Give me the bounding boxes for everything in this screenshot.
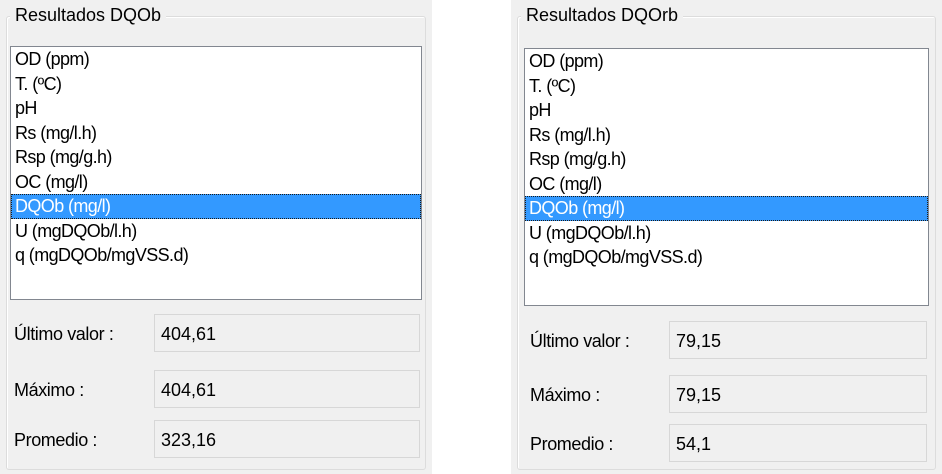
last-value-label: Último valor : xyxy=(530,331,630,351)
list-item-temperature[interactable]: T. (ºC) xyxy=(525,74,928,99)
max-value-label: Máximo : xyxy=(14,380,84,400)
last-value-field[interactable]: 79,15 xyxy=(669,321,927,359)
list-item-ph[interactable]: pH xyxy=(11,96,421,121)
average-value-row: Promedio : 323,16 xyxy=(0,420,432,460)
average-value-label: Promedio : xyxy=(530,434,614,454)
max-value-field[interactable]: 79,15 xyxy=(669,375,927,413)
list-item-od[interactable]: OD (ppm) xyxy=(525,49,928,74)
last-value-field[interactable]: 404,61 xyxy=(154,314,420,352)
list-item-q[interactable]: q (mgDQOb/mgVSS.d) xyxy=(525,245,928,270)
list-item-rs[interactable]: Rs (mg/l.h) xyxy=(11,121,421,146)
list-item-ph[interactable]: pH xyxy=(525,98,928,123)
list-item-od[interactable]: OD (ppm) xyxy=(11,47,421,72)
results-dqorb-title: Resultados DQOrb xyxy=(521,3,684,27)
max-value-row: Máximo : 79,15 xyxy=(511,375,942,415)
list-item-rsp[interactable]: Rsp (mg/g.h) xyxy=(525,147,928,172)
results-dqob-title: Resultados DQOb xyxy=(10,3,167,27)
last-value-row: Último valor : 79,15 xyxy=(511,321,942,361)
last-value-row: Último valor : 404,61 xyxy=(0,314,432,354)
list-item-oc[interactable]: OC (mg/l) xyxy=(11,170,421,195)
results-dqob-panel: Resultados DQOb OD (ppm) T. (ºC) pH Rs (… xyxy=(0,0,432,474)
max-value-row: Máximo : 404,61 xyxy=(0,370,432,410)
last-value-label: Último valor : xyxy=(14,324,114,344)
results-dqob-listbox[interactable]: OD (ppm) T. (ºC) pH Rs (mg/l.h) Rsp (mg/… xyxy=(10,46,422,300)
list-item-temperature[interactable]: T. (ºC) xyxy=(11,72,421,97)
list-item-u[interactable]: U (mgDQOb/l.h) xyxy=(11,219,421,244)
results-dqorb-listbox[interactable]: OD (ppm) T. (ºC) pH Rs (mg/l.h) Rsp (mg/… xyxy=(524,48,929,306)
max-value-field[interactable]: 404,61 xyxy=(154,370,420,408)
results-dqorb-panel: Resultados DQOrb OD (ppm) T. (ºC) pH Rs … xyxy=(511,0,942,474)
average-value-row: Promedio : 54,1 xyxy=(511,424,942,464)
average-value-field[interactable]: 323,16 xyxy=(154,420,420,458)
list-item-oc[interactable]: OC (mg/l) xyxy=(525,172,928,197)
list-item-rs[interactable]: Rs (mg/l.h) xyxy=(525,123,928,148)
max-value-label: Máximo : xyxy=(530,385,600,405)
average-value-label: Promedio : xyxy=(14,430,98,450)
list-item-dqob-selected[interactable]: DQOb (mg/l) xyxy=(11,194,421,219)
average-value-field[interactable]: 54,1 xyxy=(669,424,927,462)
list-item-u[interactable]: U (mgDQOb/l.h) xyxy=(525,221,928,246)
list-item-q[interactable]: q (mgDQOb/mgVSS.d) xyxy=(11,243,421,268)
list-item-rsp[interactable]: Rsp (mg/g.h) xyxy=(11,145,421,170)
list-item-dqob-selected[interactable]: DQOb (mg/l) xyxy=(525,196,928,221)
